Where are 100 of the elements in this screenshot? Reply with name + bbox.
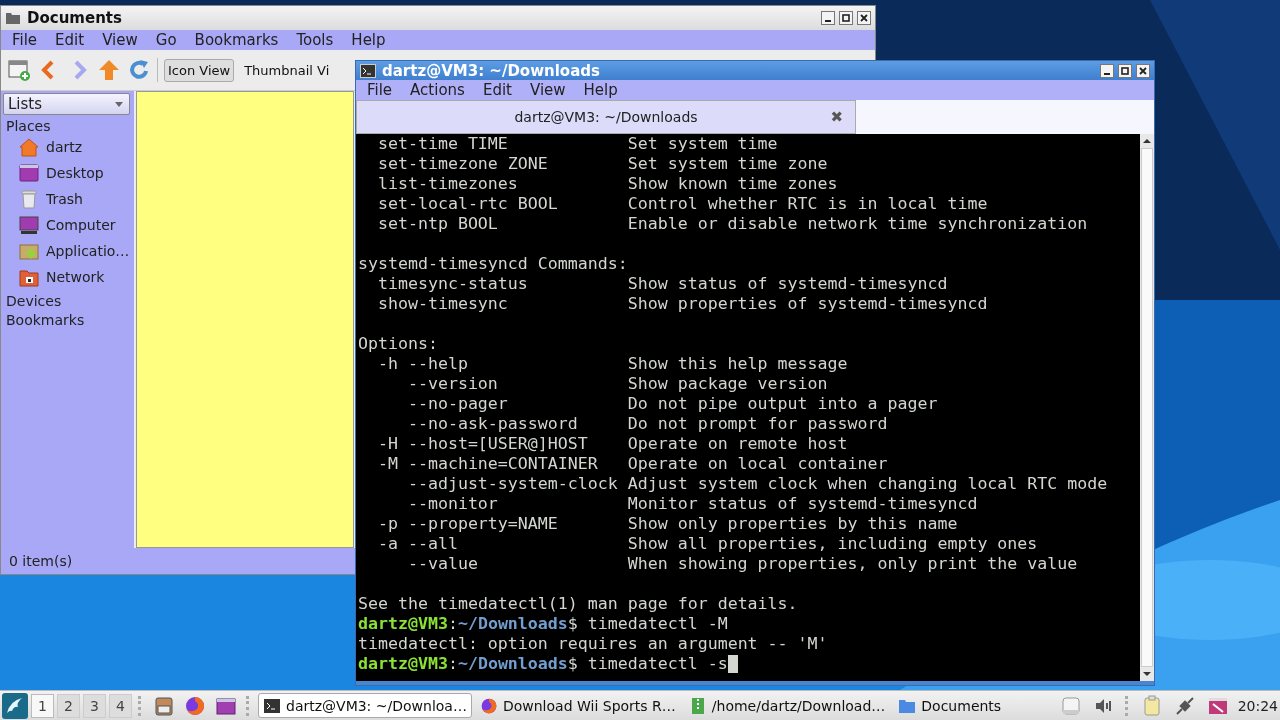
computer-icon [18, 214, 40, 236]
task-button[interactable]: Download Wii Sports R… [474, 693, 681, 718]
terminal-icon [360, 62, 376, 79]
shell-prompt-line: dartz@VM3:~/Downloads$ timedatectl -M [358, 614, 728, 634]
option-name: list-timezones [377, 174, 519, 194]
terminal-line: See the timedatectl(1) man page for details. [358, 594, 798, 614]
option-description: Show status of systemd-timesyncd [627, 274, 948, 294]
section-header[interactable]: Devices [3, 290, 134, 309]
place-item[interactable]: Applicatio… [3, 238, 134, 264]
task-button[interactable]: dartz@VM3: ~/Downloa… [258, 693, 472, 718]
menu-item[interactable]: Bookmarks [185, 31, 288, 49]
option-name: set-timezone ZONE [377, 154, 549, 174]
option-name: -H --host=[USER@]HOST [377, 434, 589, 454]
option-description: Do not prompt for password [627, 414, 888, 434]
option-name: set-time TIME [377, 134, 509, 154]
option-description: Adjust system clock when changing local RTC mode [627, 474, 1108, 494]
window-title: Documents [27, 9, 122, 27]
desktop-switcher-button[interactable]: 2 [57, 693, 80, 718]
minimize-button[interactable] [821, 11, 835, 25]
place-item[interactable]: Trash [3, 186, 134, 212]
scroll-up-icon[interactable] [1142, 137, 1152, 145]
option-description: Show properties of systemd-timesyncd [627, 294, 988, 314]
desktop-switcher-button[interactable]: 4 [109, 693, 132, 718]
tab-close-button[interactable]: ✖ [830, 108, 843, 126]
view-button[interactable]: Icon View [164, 58, 235, 82]
option-name: set-ntp BOOL [377, 214, 499, 234]
option-description: Enable or disable network time synchronization [627, 214, 1088, 234]
option-description: When showing properties, only print the value [627, 554, 1078, 574]
option-name: --no-pager [407, 394, 509, 414]
option-name: --monitor [407, 494, 499, 514]
desktop-icon [18, 162, 40, 184]
maximize-button[interactable] [1118, 63, 1132, 78]
file-cabinet-icon[interactable] [153, 694, 175, 717]
option-description: Do not pipe output into a pager [627, 394, 938, 414]
menu-item[interactable]: View [93, 31, 147, 49]
view-button[interactable]: Thumbnail Vi [240, 58, 334, 82]
place-item[interactable]: dartz [3, 134, 134, 160]
menu-item[interactable]: Actions [401, 81, 474, 99]
menu-item[interactable]: File [358, 81, 402, 99]
option-name: -p --property=NAME [377, 514, 559, 534]
section-header[interactable]: Bookmarks [3, 309, 134, 328]
minimize-button[interactable] [1100, 63, 1114, 78]
scrollbar[interactable] [1140, 134, 1154, 681]
caret-icon [115, 101, 123, 107]
folder-icon [5, 10, 21, 26]
close-button[interactable] [857, 11, 871, 25]
option-description: Show known time zones [627, 174, 838, 194]
home-icon [18, 136, 40, 158]
terminal-line: timedatectl: option requires an argument -- 'M' [358, 634, 828, 654]
status-text: 0 item(s) [9, 553, 73, 569]
desktop-switcher-button[interactable]: 3 [83, 693, 106, 718]
option-description: Show only properties by this name [627, 514, 958, 534]
browser-icon [479, 696, 498, 715]
menu-item[interactable]: Go [146, 31, 186, 49]
reload-icon[interactable] [127, 58, 151, 82]
menu-item[interactable]: Help [342, 31, 395, 49]
scroll-down-icon[interactable] [1142, 670, 1152, 678]
task-button[interactable]: /home/dartz/Download… [683, 693, 891, 718]
option-name: show-timesync [377, 294, 509, 314]
clock[interactable]: 20:24 [1235, 697, 1278, 714]
desktop-switcher-button[interactable]: 1 [31, 693, 54, 718]
side-pane-dropdown[interactable]: Lists [3, 93, 130, 115]
menu-item[interactable]: File [3, 31, 47, 49]
option-description: Show this help message [627, 354, 848, 374]
menu-item[interactable]: Help [574, 81, 627, 99]
option-description: Set system time [627, 134, 778, 154]
terminal-line: Options: [358, 334, 438, 354]
terminal-icon [263, 696, 281, 715]
menu-item[interactable]: View [520, 81, 575, 99]
option-name: --no-ask-password [407, 414, 579, 434]
place-item[interactable]: Desktop [3, 160, 134, 186]
menu-item[interactable]: Tools [287, 31, 343, 49]
close-button[interactable] [1136, 63, 1150, 78]
option-name: timesync-status [377, 274, 529, 294]
option-description: Operate on remote host [627, 434, 848, 454]
option-description: Set system time zone [627, 154, 828, 174]
task-button[interactable]: Documents [893, 693, 1007, 718]
option-name: --version [407, 374, 499, 394]
option-name: --adjust-system-clock [407, 474, 619, 494]
place-item[interactable]: Network [3, 264, 134, 290]
option-description: Monitor status of systemd-timesyncd [627, 494, 978, 514]
new-window-icon[interactable] [7, 58, 31, 82]
menu-item[interactable]: Edit [46, 31, 94, 49]
browser-icon[interactable] [184, 694, 206, 717]
option-description: Show package version [627, 374, 828, 394]
section-header[interactable]: Places [3, 115, 134, 134]
start-menu-icon[interactable] [2, 692, 28, 719]
shell-prompt-line: dartz@VM3:~/Downloads$ timedatectl -s [358, 654, 728, 674]
trash-icon [18, 188, 40, 210]
terminal-tab[interactable]: dartz@VM3: ~/Downloads ✖ [356, 100, 856, 134]
option-name: -h --help [377, 354, 469, 374]
place-item[interactable]: Computer [3, 212, 134, 238]
option-description: Show all properties, including empty ones [627, 534, 1038, 554]
option-name: -M --machine=CONTAINER [377, 454, 599, 474]
menu-item[interactable]: Edit [473, 81, 521, 99]
maximize-button[interactable] [839, 11, 853, 25]
option-name: set-local-rtc BOOL [377, 194, 559, 214]
option-description: Operate on local container [627, 454, 888, 474]
option-description: Control whether RTC is in local time [627, 194, 988, 214]
terminal-line: systemd-timesyncd Commands: [358, 254, 628, 274]
